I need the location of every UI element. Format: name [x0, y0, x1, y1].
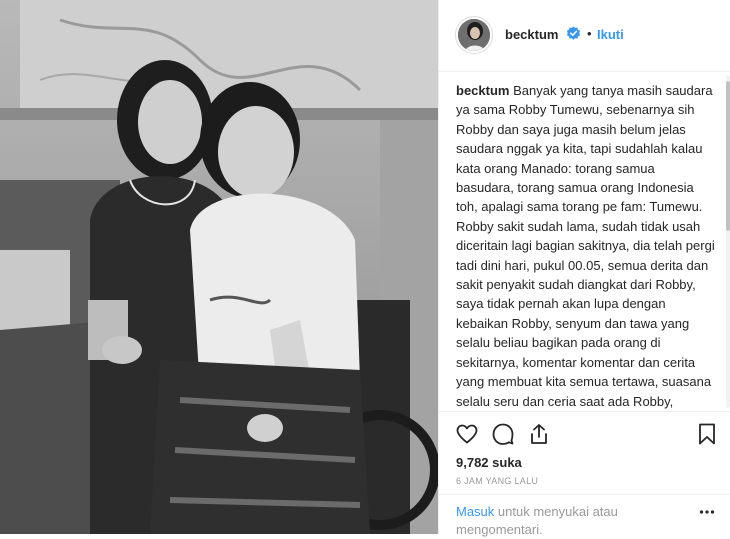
header-username[interactable]: becktum: [505, 27, 558, 42]
heart-icon[interactable]: [455, 422, 479, 446]
caption-username[interactable]: becktum: [456, 83, 509, 98]
caption-text: Banyak yang tanya masih saudara ya sama …: [456, 83, 715, 409]
caption: becktum Banyak yang tanya masih saudara …: [456, 81, 716, 410]
post-timestamp[interactable]: 6 JAM YANG LALU: [456, 476, 538, 486]
bookmark-icon[interactable]: [695, 422, 719, 446]
post-sidebar: becktum • Ikuti becktum Banyak yang tany…: [438, 0, 730, 537]
share-icon[interactable]: [527, 422, 551, 446]
more-dots-icon[interactable]: [699, 509, 715, 515]
avatar[interactable]: [455, 16, 493, 54]
caption-scrollbar[interactable]: [725, 73, 730, 410]
caption-area[interactable]: becktum Banyak yang tanya masih saudara …: [439, 73, 730, 410]
separator-dot: •: [587, 26, 592, 41]
likes-count[interactable]: 9,782 suka: [456, 455, 522, 470]
avatar-image: [458, 19, 490, 51]
comment-bar: Masuk untuk menyukai atau mengomentari.: [439, 494, 730, 537]
post-header: becktum • Ikuti: [439, 0, 730, 72]
follow-button[interactable]: Ikuti: [597, 27, 624, 42]
verified-badge-icon: [566, 26, 581, 40]
action-bar: [439, 411, 730, 451]
comment-bubble-icon[interactable]: [491, 422, 515, 446]
photo-image: [0, 0, 438, 534]
post-photo[interactable]: [0, 0, 438, 534]
login-link[interactable]: Masuk: [456, 504, 494, 519]
